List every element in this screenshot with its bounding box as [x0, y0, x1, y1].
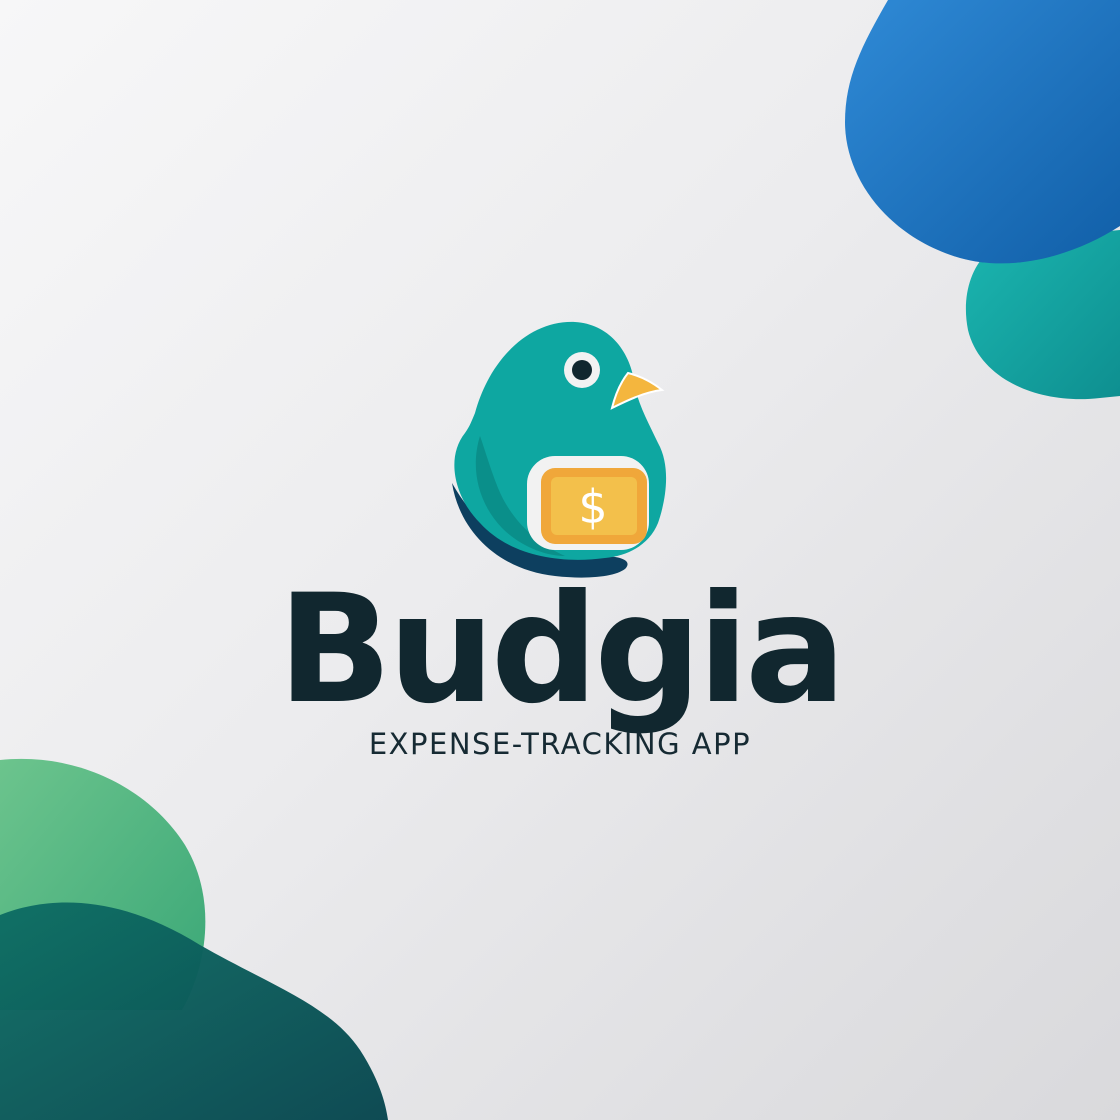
top-right-blue-blob — [845, 0, 1120, 264]
bird-eye-pupil — [572, 360, 592, 380]
dollar-icon: $ — [578, 480, 607, 534]
app-name: Budgia — [277, 563, 847, 737]
splash-screen: $ Budgia EXPENSE-TRACKING APP — [0, 0, 1120, 1120]
budgie-bird-icon: $ — [452, 321, 667, 578]
app-tagline: EXPENSE-TRACKING APP — [368, 727, 752, 761]
